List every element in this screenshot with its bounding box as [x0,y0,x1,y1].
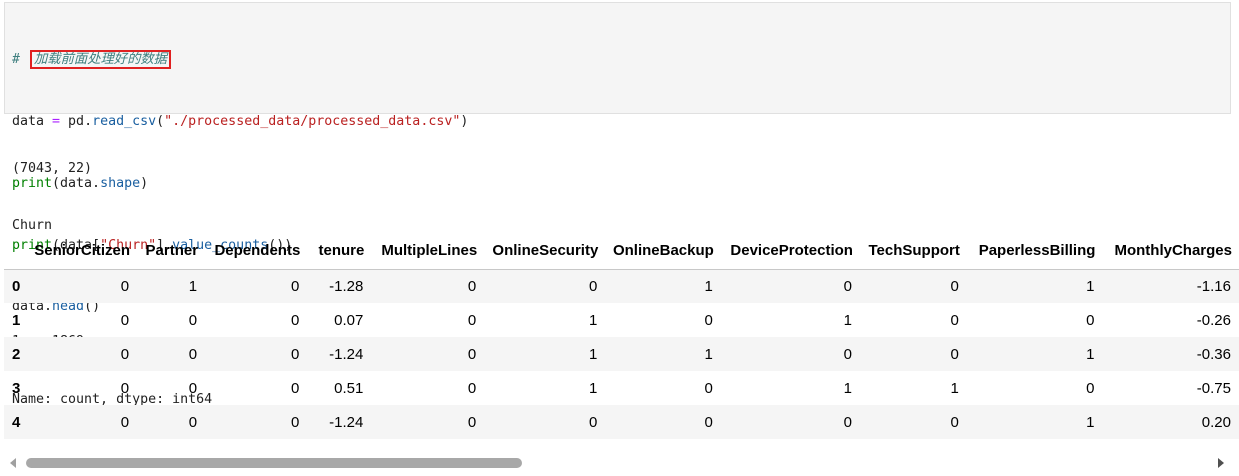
table-cell: 0 [290,345,300,363]
column-header: DeviceProtection [720,228,860,270]
table-cell: 0 [188,413,198,431]
table-cell: 0 [704,311,713,329]
column-header: OnlineBackup [605,228,721,270]
table-cell: 1 [588,379,598,397]
table-cell: 1 [843,311,852,329]
table-cell: 0 [843,345,852,363]
table-cell: 1 [1086,413,1095,431]
code-line-1: # 加载前面处理好的数据 [12,50,468,71]
table-cell: 0 [120,311,130,329]
table-row: 2 0 0 0 -1.24 0 1 1 0 0 1 -0.36 [4,337,1239,371]
table-cell: 0 [950,277,959,295]
table-cell: 0 [290,379,300,397]
table-cell: 1 [188,277,198,295]
scrollbar-thumb[interactable] [26,458,522,468]
table-cell: 0 [950,345,959,363]
table-cell: 0 [290,311,300,329]
table-cell: 0 [188,345,198,363]
column-header: MultipleLines [371,228,485,270]
table-cell: 1 [1086,345,1095,363]
table-cell: 1 [588,311,598,329]
index-header [4,228,25,270]
row-index: 4 [12,413,21,431]
table-cell: 1 [1086,277,1095,295]
table-cell: 0 [120,413,130,431]
table-row: 1 0 0 0 0.07 0 1 0 1 0 0 -0.26 [4,303,1239,337]
table-cell: 0.07 [334,311,364,329]
table-cell: 0 [843,413,852,431]
table-cell: 1 [704,277,713,295]
table-cell: -1.24 [329,413,364,431]
table-cell: -0.75 [1196,379,1231,397]
output-line: (7043, 22) [12,160,93,176]
horizontal-scrollbar[interactable] [0,454,1239,472]
table-cell: 0 [290,277,300,295]
table-cell: 0 [467,379,477,397]
table-cell: 0 [467,311,477,329]
table-cell: 0 [290,413,300,431]
table-cell: 0 [588,277,598,295]
row-index: 2 [12,345,21,363]
row-index: 0 [12,277,21,295]
table-cell: 0 [704,379,713,397]
row-index: 3 [12,379,21,397]
table-cell: -1.16 [1196,277,1231,295]
scroll-right-arrow-icon[interactable] [1218,458,1224,468]
column-header: Partner [137,228,206,270]
column-header: SeniorCitizen [24,228,138,270]
dataframe-table: SeniorCitizen Partner Dependents tenure … [4,228,1239,439]
column-header: Dependents [205,228,308,270]
column-header: OnlineSecurity [484,228,606,270]
column-header: MonthlyCharges [1102,228,1239,270]
table-cell: 0 [120,379,130,397]
table-cell: 0 [467,277,477,295]
table-cell: -0.36 [1196,345,1231,363]
table-cell: 1 [588,345,598,363]
table-cell: 0 [1086,311,1095,329]
row-index: 1 [12,311,21,329]
column-header: tenure [307,228,372,270]
table-row: 3 0 0 0 0.51 0 1 0 1 1 0 -0.75 [4,371,1239,405]
table-cell: 0 [704,413,713,431]
table-cell: 0.20 [1201,413,1231,431]
dataframe-output[interactable]: SeniorCitizen Partner Dependents tenure … [4,228,1239,450]
table-cell: 1 [950,379,959,397]
table-cell: 1 [843,379,852,397]
table-cell: 0.51 [334,379,364,397]
table-cell: 0 [467,345,477,363]
table-cell: 0 [1086,379,1095,397]
column-header: PaperlessBilling [966,228,1103,270]
table-row: 4 0 0 0 -1.24 0 0 0 0 0 1 0.20 [4,405,1239,439]
table-cell: 0 [588,413,598,431]
table-cell: 0 [120,277,130,295]
table-cell: -0.26 [1196,311,1231,329]
table-cell: -1.28 [329,277,364,295]
column-header: TechSupport [859,228,967,270]
table-cell: 0 [188,379,198,397]
highlighted-comment: 加载前面处理好的数据 [30,50,171,70]
table-cell: 0 [950,311,959,329]
table-cell: -1.24 [329,345,364,363]
header-row: SeniorCitizen Partner Dependents tenure … [4,228,1239,270]
code-cell[interactable]: # 加载前面处理好的数据 data = pd.read_csv("./proce… [4,2,1231,314]
table-cell: 1 [704,345,713,363]
table-row: 0 0 1 0 -1.28 0 0 1 0 0 1 -1.16 [4,269,1239,303]
table-cell: 0 [120,345,130,363]
table-cell: 0 [843,277,852,295]
scroll-left-arrow-icon[interactable] [10,458,16,468]
table-cell: 0 [467,413,477,431]
table-cell: 0 [950,413,959,431]
table-cell: 0 [188,311,198,329]
